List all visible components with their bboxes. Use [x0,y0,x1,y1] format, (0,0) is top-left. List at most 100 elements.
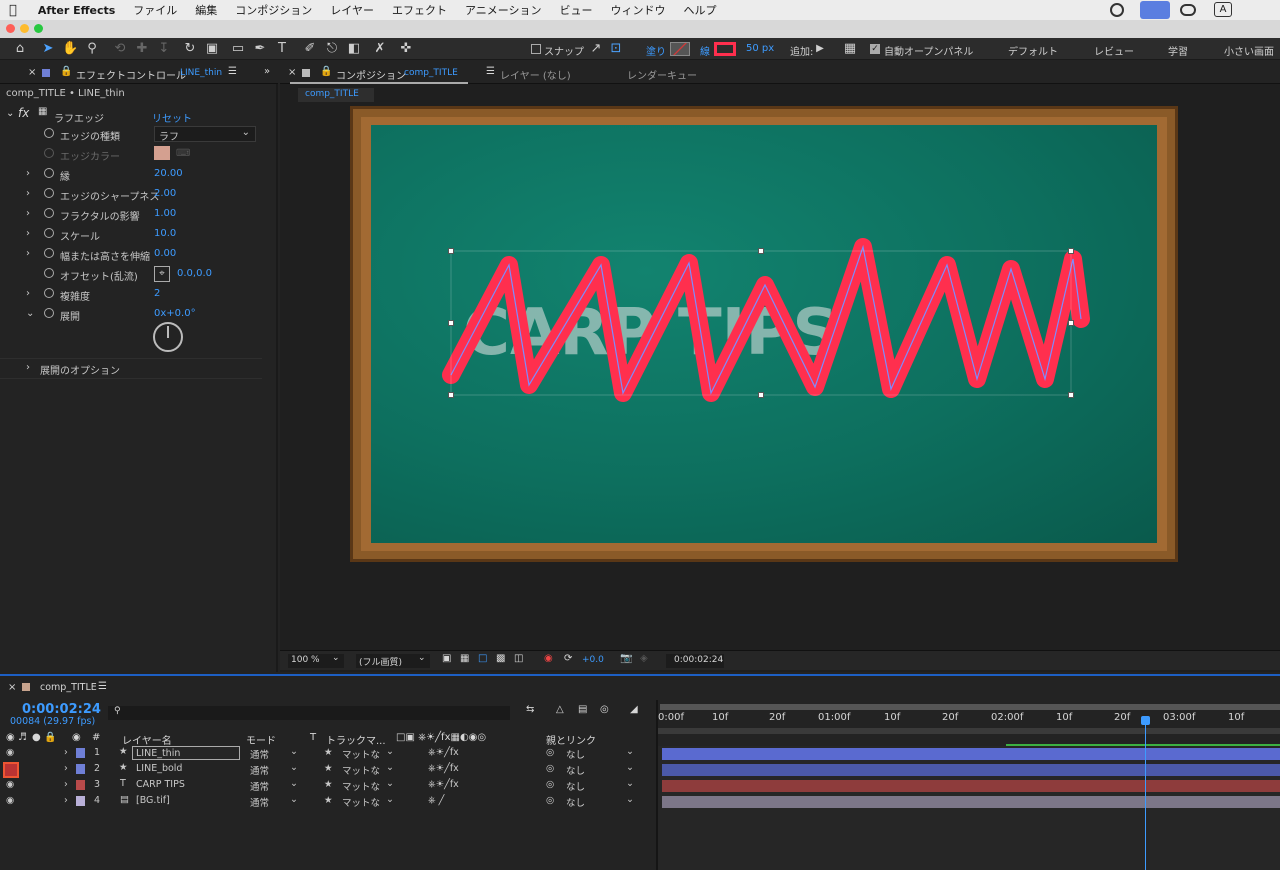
visibility-toggle-highlighted[interactable] [3,762,19,778]
transform-handle[interactable] [758,248,764,254]
matte-link-icon[interactable]: ★ [324,747,333,758]
effect-reset-button[interactable]: リセット [152,110,192,125]
stopwatch-icon[interactable] [44,208,54,218]
stopwatch-icon[interactable] [44,288,54,298]
edge-color-swatch[interactable] [154,146,170,160]
fill-swatch[interactable] [670,42,690,56]
time-ruler[interactable]: 0:00f 10f 20f 01:00f 10f 20f 02:00f 10f … [658,700,1280,746]
layer-row-3[interactable]: ◉ › 3 T CARP TIPS 通常 ⌄ ★ マットな ⌄ ⎈☀╱fx ◎ … [0,778,656,794]
layer-name-header[interactable]: レイヤー名 [122,732,172,747]
eye-icon[interactable]: ◉ [6,779,14,790]
stopwatch-icon[interactable] [44,228,54,238]
mode-dropdown[interactable]: 通常 [250,795,269,809]
snap-edges-icon[interactable]: ↗ [588,41,604,57]
timeline-tab[interactable]: comp_TITLE [40,682,97,693]
snap-features-icon[interactable]: ⊡ [608,41,624,57]
pickwhip-icon[interactable]: ◎ [546,763,554,774]
zoom-window-button[interactable] [34,24,43,33]
dolly-tool-icon[interactable]: ↧ [156,41,172,57]
panel-lock-icon[interactable] [42,69,50,77]
apple-menu[interactable]:  [0,3,26,18]
comp-sub-tab[interactable]: comp_TITLE [298,88,374,102]
stopwatch-icon[interactable] [44,168,54,178]
selection-tool-icon[interactable]: ➤ [40,41,56,57]
auto-open-checkbox[interactable]: ✓ [870,44,880,54]
layer-name-field-selected[interactable]: LINE_thin [132,746,240,760]
work-area-bar[interactable] [660,704,1280,710]
eye-icon[interactable]: ◉ [6,795,14,806]
label-color[interactable] [76,764,85,774]
transform-handle[interactable] [448,248,454,254]
stopwatch-icon[interactable] [44,308,54,318]
stopwatch-icon[interactable] [44,248,54,258]
layer-search-field[interactable]: ⚲ [108,706,510,720]
track-matte-dropdown[interactable]: マットな [342,795,380,809]
eye-icon[interactable]: ◉ [6,747,14,758]
rectangle-tool-icon[interactable]: ▭ [230,41,246,57]
complexity-value[interactable]: 2 [154,288,160,299]
screen-share-icon[interactable] [1140,1,1170,19]
pan-behind-tool-icon[interactable]: ▣ [204,41,220,57]
effect-collapse-icon[interactable]: ⌄ [6,108,14,119]
mode-dropdown[interactable]: 通常 [250,763,269,777]
panel-menu-icon[interactable]: ☰ [228,66,237,77]
rotate-tool-icon[interactable]: ↻ [182,41,198,57]
mode-dropdown[interactable]: 通常 [250,747,269,761]
collapse-arrow-icon[interactable]: ⌄ [26,308,34,319]
reset-exposure-icon[interactable]: ⟳ [564,653,572,664]
transform-handle[interactable] [1068,320,1074,326]
menu-layer[interactable]: レイヤー [321,2,383,18]
minimize-window-button[interactable] [20,24,29,33]
comp-viewer-canvas[interactable]: CARP TIPS [350,106,1178,562]
track-matte-dropdown[interactable]: マットな [342,763,380,777]
cloud-icon[interactable] [1180,4,1196,16]
layer-row-2[interactable]: › 2 ★ LINE_bold 通常 ⌄ ★ マットな ⌄ ⎈☀╱fx ◎ なし… [0,762,656,778]
transform-handle[interactable] [758,392,764,398]
layer-bar-4[interactable] [662,796,1280,808]
parent-dropdown[interactable]: なし [566,747,585,761]
zoom-tool-icon[interactable]: ⚲ [84,41,100,57]
layer-bar-3[interactable] [662,780,1280,792]
layer-name[interactable]: [BG.tif] [136,795,170,806]
close-tab-icon[interactable]: × [288,67,296,78]
render-queue-tab[interactable]: レンダーキュー [627,67,697,82]
stopwatch-icon[interactable] [44,128,54,138]
label-color[interactable] [76,796,85,806]
roto-brush-tool-icon[interactable]: ✗ [372,41,388,57]
brush-tool-icon[interactable]: ✐ [302,41,318,57]
expand-arrow-icon[interactable]: › [26,168,30,179]
timeline-divider[interactable] [656,700,658,870]
expand-arrow-icon[interactable]: › [26,188,30,199]
current-time-display[interactable]: 0:00:02:24 [22,702,101,717]
menu-effect[interactable]: エフェクト [383,2,456,18]
workspace-review[interactable]: レビュー [1094,43,1134,58]
home-icon[interactable]: ⌂ [12,41,28,57]
close-window-button[interactable] [6,24,15,33]
transform-handle[interactable] [1068,248,1074,254]
hand-tool-icon[interactable]: ✋ [62,41,78,57]
lock-icon[interactable]: 🔒 [60,66,72,77]
composition-tab-name[interactable]: comp_TITLE [404,68,458,78]
fx-toggle[interactable]: fx [18,106,29,120]
label-color[interactable] [76,748,85,758]
composition-tab[interactable]: コンポジション [336,67,406,82]
frame-blending-icon[interactable]: ◎ [600,704,609,715]
point-target-icon[interactable]: ⌖ [154,266,170,282]
layer-row-4[interactable]: ◉ › 4 ▤ [BG.tif] 通常 ⌄ ★ マットな ⌄ ⎈ ╱ ◎ なし … [0,794,656,810]
edge-type-dropdown[interactable]: ラフ ⌄ [154,126,256,143]
parent-dropdown[interactable]: なし [566,779,585,793]
pickwhip-icon[interactable]: ◎ [546,795,554,806]
matte-link-icon[interactable]: ★ [324,763,333,774]
layer-switches-icons[interactable]: ⎈☀╱fx [428,763,459,774]
matte-link-icon[interactable]: ★ [324,779,333,790]
stroke-width-value[interactable]: 50 px [746,43,774,54]
layer-row-1[interactable]: ◉ › 1 ★ LINE_thin 通常 ⌄ ★ マットな ⌄ ⎈☀╱fx ◎ … [0,746,656,762]
app-name-menu[interactable]: After Effects [26,4,124,17]
grid-toggle-icon[interactable]: ▣ [442,653,451,664]
comp-flowchart-icon[interactable]: ⇆ [526,704,534,715]
panel-menu-icon[interactable]: ☰ [98,681,107,692]
expand-arrow-icon[interactable]: › [64,795,68,806]
close-tab-icon[interactable]: × [8,682,16,693]
parent-dropdown[interactable]: なし [566,763,585,777]
shy-layers-icon[interactable]: ▤ [578,704,587,715]
